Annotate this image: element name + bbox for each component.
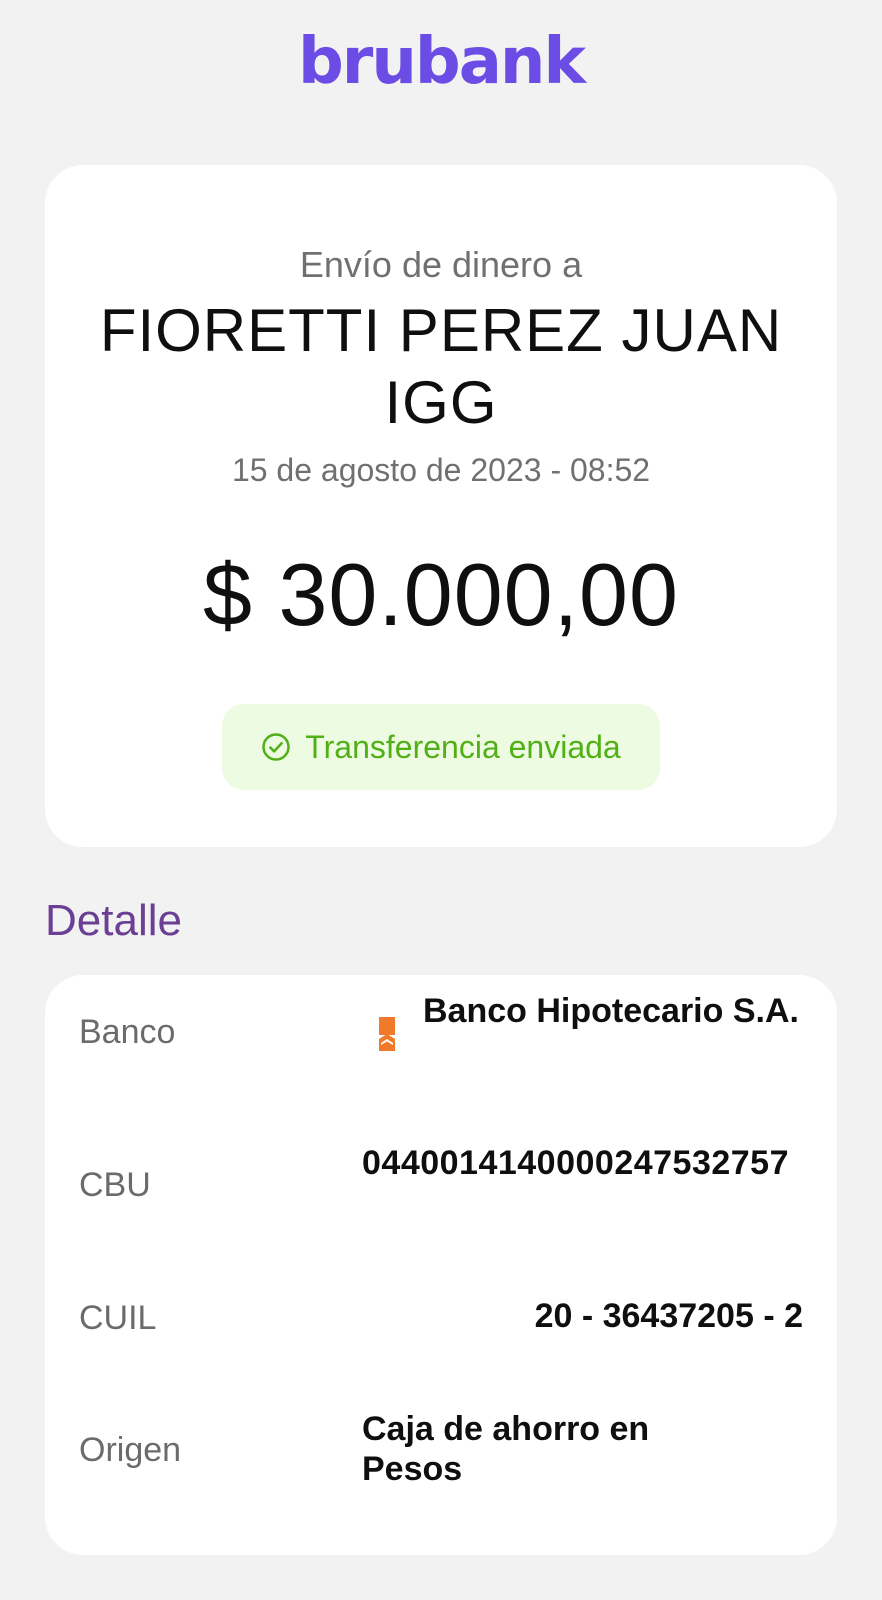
status-badge: Transferencia enviada <box>222 704 660 790</box>
detail-label-origin: Origen <box>79 1431 182 1469</box>
detail-value-cbu: 0440014140000247532757 <box>362 1144 790 1182</box>
detail-value-bank: Banco Hipotecario S.A. <box>423 992 799 1030</box>
detail-value-cuil: 20 - 36437205 - 2 <box>534 1297 803 1335</box>
transfer-receipt-screen: brubank Envío de dinero a FIORETTI PEREZ… <box>0 0 882 1600</box>
details-section-title: Detalle <box>45 896 182 945</box>
status-label: Transferencia enviada <box>305 728 621 765</box>
detail-label-cbu: CBU <box>79 1166 151 1204</box>
detail-label-bank: Banco <box>79 1013 176 1051</box>
detail-label-cuil: CUIL <box>79 1299 157 1337</box>
transfer-summary-card: Envío de dinero a FIORETTI PEREZ JUAN IG… <box>45 165 837 847</box>
transfer-amount: $ 30.000,00 <box>203 545 679 644</box>
detail-value-origin: Caja de ahorro en Pesos <box>362 1410 650 1488</box>
transfer-subtitle: Envío de dinero a <box>299 244 583 285</box>
details-card: Banco Banco Hipotecario S.A. CBU 0440014… <box>45 975 837 1555</box>
brubank-logo: brubank <box>297 25 586 99</box>
bank-logo-icon <box>379 1017 395 1051</box>
check-circle-icon <box>262 733 291 761</box>
recipient-name: FIORETTI PEREZ JUAN IGG <box>99 297 783 436</box>
transfer-datetime: 15 de agosto de 2023 - 08:52 <box>231 452 651 488</box>
